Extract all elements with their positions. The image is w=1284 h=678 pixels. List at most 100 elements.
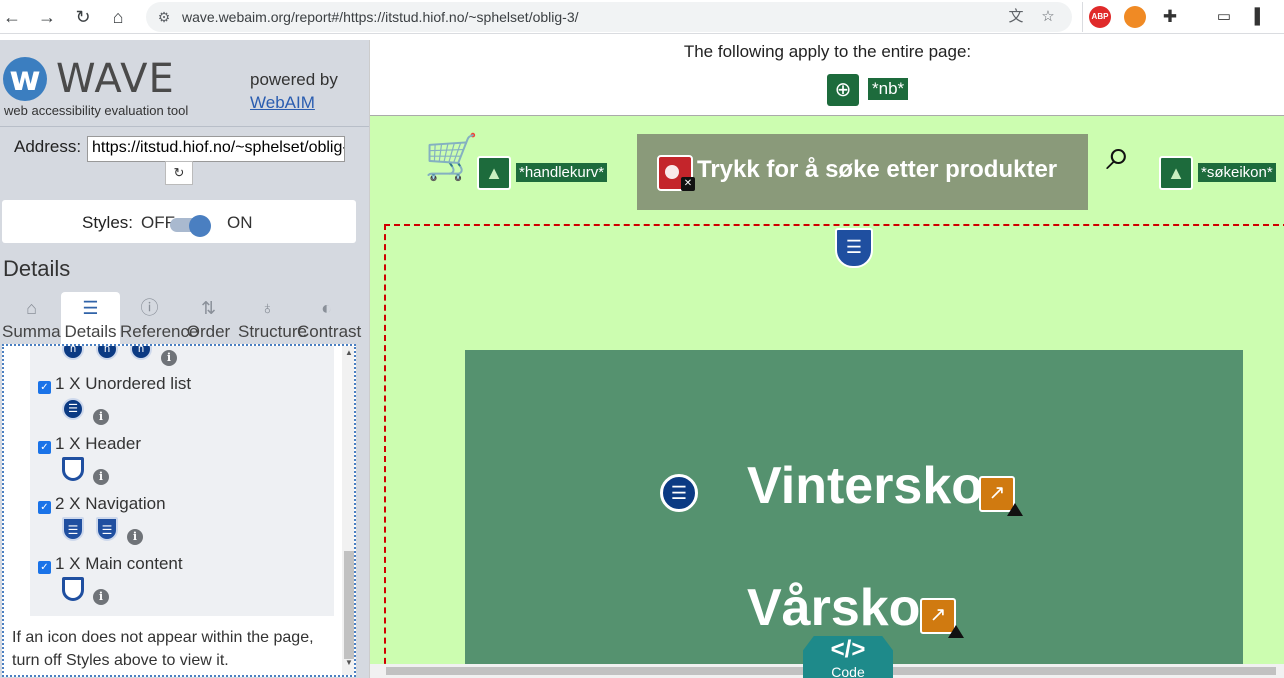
- styles-toggle-knob[interactable]: [189, 215, 211, 237]
- fox-extension-icon[interactable]: [1124, 6, 1146, 28]
- shopping-cart-icon[interactable]: 🛒: [424, 134, 479, 182]
- product-link-varsko[interactable]: Vårsko: [747, 578, 920, 638]
- panel-tabs: ⌂ Summary ☰ Details ⓘ Reference ⇅ Order …: [2, 292, 362, 344]
- checkbox[interactable]: ✓: [38, 381, 51, 394]
- refresh-icon: ↻: [173, 165, 185, 180]
- redundant-link-alert-icon[interactable]: ↗: [979, 476, 1023, 516]
- styles-note: If an icon does not appear within the pa…: [12, 629, 314, 669]
- redundant-link-alert-icon[interactable]: ↗: [920, 598, 964, 638]
- error-x-icon: ✕: [681, 177, 695, 191]
- site-content: 🛒 ▲ *handlekurv* ✕ Trykk for å søke ette…: [370, 116, 1284, 678]
- info-icon[interactable]: i: [127, 529, 143, 545]
- details-panel[interactable]: h h h i ✓ 1 X Unordered list ☰ i ✓ 1 X Hea…: [2, 344, 356, 677]
- tab-label: Reference: [120, 322, 199, 341]
- forward-arrow-icon[interactable]: →: [35, 5, 59, 29]
- browser-toolbar: ← → ↻ ⌂ ⚙ wave.webaim.org/report#/https:…: [0, 0, 1284, 34]
- header-icon[interactable]: [62, 457, 84, 481]
- refresh-report-button[interactable]: ↻: [165, 161, 193, 185]
- page-wide-text: The following apply to the entire page:: [683, 42, 972, 61]
- site-info-icon[interactable]: ⚙: [154, 7, 174, 27]
- checkbox[interactable]: ✓: [38, 501, 51, 514]
- wave-logo-icon: w: [3, 57, 47, 101]
- tab-label: Contrast: [297, 322, 362, 341]
- info-icon: ⓘ: [140, 298, 159, 318]
- webaim-link[interactable]: WebAIM: [250, 93, 315, 113]
- error-button-empty-icon[interactable]: ✕: [657, 155, 695, 191]
- warning-triangle-icon: [948, 625, 964, 638]
- tab-contrast[interactable]: ◐ Contrast: [297, 292, 362, 344]
- tab-structure[interactable]: ♁ Structure: [238, 292, 307, 344]
- info-icon[interactable]: i: [93, 409, 109, 425]
- address-bar[interactable]: ⚙ wave.webaim.org/report#/https://itstud…: [146, 2, 1072, 32]
- list-item[interactable]: ✓ 2 X Navigation: [38, 494, 166, 514]
- tab-reference[interactable]: ⓘ Reference: [120, 292, 199, 344]
- tab-order[interactable]: ⇅ Order: [179, 292, 238, 344]
- code-toggle-button[interactable]: </> Code: [803, 636, 893, 678]
- structure-icon: ♁: [260, 298, 275, 318]
- tab-summary[interactable]: ⌂ Summary: [2, 292, 75, 344]
- image-alt-icon[interactable]: ▲: [477, 156, 511, 190]
- scroll-up-icon[interactable]: ▲: [344, 348, 354, 357]
- cast-icon[interactable]: ▭: [1214, 7, 1234, 27]
- tab-label: Order: [186, 322, 231, 341]
- list-item[interactable]: ✓ 1 X Header: [38, 434, 141, 454]
- list-icon: ☰: [82, 298, 99, 318]
- language-label: *nb*: [868, 78, 909, 100]
- url-text[interactable]: wave.webaim.org/report#/https://itstud.h…: [182, 9, 579, 25]
- list-item[interactable]: ✓ 1 X Main content: [38, 554, 183, 574]
- info-icon[interactable]: i: [161, 350, 177, 366]
- info-icon[interactable]: i: [93, 589, 109, 605]
- wave-logo-text: WAVE: [56, 56, 175, 102]
- side-panel-icon[interactable]: ▌: [1250, 7, 1270, 27]
- main-content-icon[interactable]: [62, 577, 84, 601]
- reload-icon[interactable]: ↻: [71, 5, 95, 29]
- tab-label: Structure: [238, 322, 307, 341]
- scroll-down-icon[interactable]: ▼: [344, 658, 354, 667]
- panel-scrollbar[interactable]: ▲ ▼: [342, 346, 354, 675]
- unordered-list-icon[interactable]: ☰: [660, 474, 698, 512]
- checkbox[interactable]: ✓: [38, 441, 51, 454]
- abp-label: ABP: [1091, 12, 1109, 21]
- abp-icon[interactable]: ABP: [1089, 6, 1111, 28]
- tab-label: Summary: [2, 322, 75, 341]
- wave-logo-subtitle: web accessibility evaluation tool: [4, 103, 189, 118]
- scroll-thumb[interactable]: [344, 551, 354, 659]
- error-dot: [665, 165, 679, 179]
- product-link-vintersko[interactable]: Vintersko: [747, 456, 983, 516]
- translate-icon[interactable]: 文: [1006, 7, 1026, 27]
- page-wide-features: The following apply to the entire page: …: [370, 40, 1284, 116]
- home-icon[interactable]: ⌂: [106, 5, 130, 29]
- magnifier-search-icon[interactable]: ⌕: [1106, 130, 1156, 180]
- extensions-puzzle-icon[interactable]: ✚: [1160, 7, 1180, 27]
- powered-by-text: powered by: [250, 70, 338, 89]
- styles-label: Styles:: [82, 213, 134, 232]
- styles-toggle-panel: Styles: OFF ON: [2, 200, 356, 243]
- header-divider: [0, 126, 369, 127]
- styles-on-label: ON: [227, 213, 253, 232]
- navigation-icon[interactable]: ☰: [62, 517, 84, 541]
- address-input[interactable]: https://itstud.hiof.no/~sphelset/oblig-3…: [87, 136, 345, 162]
- order-icon: ⇅: [200, 298, 217, 318]
- tab-label: Details: [64, 322, 117, 341]
- list-item[interactable]: ✓ 1 X Unordered list: [38, 374, 191, 394]
- unordered-list-icon[interactable]: ☰: [62, 398, 84, 420]
- address-label: Address:: [14, 137, 82, 156]
- search-alt-label: *søkeikon*: [1198, 163, 1276, 182]
- cart-alt-label: *handlekurv*: [516, 163, 608, 182]
- tab-details[interactable]: ☰ Details: [61, 292, 120, 344]
- toolbar-divider: [1082, 2, 1083, 32]
- code-label: Code: [831, 664, 865, 678]
- language-globe-icon[interactable]: ⊕: [827, 74, 859, 106]
- details-heading: Details: [3, 256, 71, 281]
- item-label: 1 X Unordered list: [55, 374, 192, 393]
- contrast-icon: ◐: [321, 298, 332, 318]
- navigation-icon[interactable]: ☰: [96, 517, 118, 541]
- info-icon[interactable]: i: [93, 469, 109, 485]
- bookmark-star-icon[interactable]: ☆: [1038, 7, 1058, 27]
- search-products-button[interactable]: ✕ Trykk for å søke etter produkter: [637, 134, 1088, 210]
- back-arrow-icon[interactable]: ←: [0, 5, 24, 29]
- code-icon: </>: [830, 636, 866, 663]
- checkbox[interactable]: ✓: [38, 561, 51, 574]
- navigation-icon[interactable]: ☰: [835, 228, 873, 268]
- image-alt-icon[interactable]: ▲: [1159, 156, 1193, 190]
